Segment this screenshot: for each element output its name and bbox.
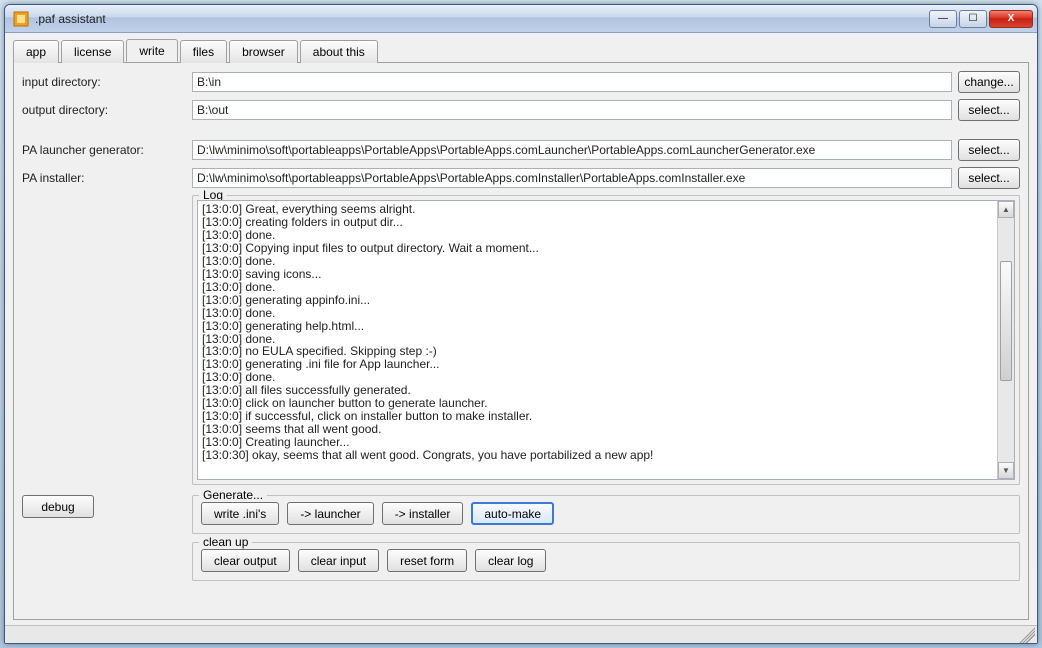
- to-installer-button[interactable]: -> installer: [382, 502, 464, 525]
- input-dir-change-button[interactable]: change...: [958, 71, 1020, 93]
- log-scrollbar[interactable]: ▲ ▼: [997, 201, 1014, 479]
- output-dir-label: output directory:: [22, 103, 192, 117]
- log-text[interactable]: [13:0:0] Great, everything seems alright…: [198, 201, 997, 479]
- write-inis-button[interactable]: write .ini's: [201, 502, 279, 525]
- scroll-up-arrow-icon[interactable]: ▲: [998, 201, 1014, 218]
- input-dir-row: input directory: change...: [22, 71, 1020, 93]
- input-dir-label: input directory:: [22, 75, 192, 89]
- cleanup-group: clean up clear output clear input reset …: [192, 542, 1020, 581]
- window-title: .paf assistant: [35, 12, 106, 26]
- launcher-gen-select-button[interactable]: select...: [958, 139, 1020, 161]
- tab-write[interactable]: write: [126, 39, 177, 62]
- close-button[interactable]: X: [989, 10, 1033, 28]
- clear-log-button[interactable]: clear log: [475, 549, 546, 572]
- installer-field[interactable]: [192, 168, 952, 188]
- output-dir-field[interactable]: [192, 100, 952, 120]
- scroll-down-arrow-icon[interactable]: ▼: [998, 462, 1014, 479]
- generate-group: Generate... write .ini's -> launcher -> …: [192, 495, 1020, 534]
- installer-label: PA installer:: [22, 171, 192, 185]
- app-icon: [13, 11, 29, 27]
- installer-select-button[interactable]: select...: [958, 167, 1020, 189]
- clear-output-button[interactable]: clear output: [201, 549, 290, 572]
- tab-files[interactable]: files: [180, 40, 227, 63]
- generate-legend: Generate...: [199, 488, 267, 502]
- input-dir-field[interactable]: [192, 72, 952, 92]
- clear-input-button[interactable]: clear input: [298, 549, 379, 572]
- debug-button[interactable]: debug: [22, 495, 94, 518]
- tab-bar: app license write files browser about th…: [13, 39, 1029, 62]
- maximize-button[interactable]: ☐: [959, 10, 987, 28]
- tab-about[interactable]: about this: [300, 40, 378, 63]
- resize-gripper-icon[interactable]: [1019, 627, 1035, 643]
- tab-content-write: input directory: change... output direct…: [13, 62, 1029, 620]
- client-area: app license write files browser about th…: [5, 33, 1037, 625]
- status-bar: [5, 625, 1037, 643]
- log-box: [13:0:0] Great, everything seems alright…: [197, 200, 1015, 480]
- minimize-button[interactable]: —: [929, 10, 957, 28]
- titlebar[interactable]: .paf assistant — ☐ X: [5, 5, 1037, 33]
- tab-app[interactable]: app: [13, 40, 59, 63]
- scroll-thumb[interactable]: [1000, 261, 1012, 381]
- launcher-gen-label: PA launcher generator:: [22, 143, 192, 157]
- automake-button[interactable]: auto-make: [471, 502, 554, 525]
- tab-browser[interactable]: browser: [229, 40, 298, 63]
- to-launcher-button[interactable]: -> launcher: [287, 502, 373, 525]
- output-dir-row: output directory: select...: [22, 99, 1020, 121]
- app-window: .paf assistant — ☐ X app license write f…: [4, 4, 1038, 644]
- cleanup-legend: clean up: [199, 535, 252, 549]
- installer-row: PA installer: select...: [22, 167, 1020, 189]
- tab-license[interactable]: license: [61, 40, 124, 63]
- launcher-gen-row: PA launcher generator: select...: [22, 139, 1020, 161]
- reset-form-button[interactable]: reset form: [387, 549, 467, 572]
- log-group: Log [13:0:0] Great, everything seems alr…: [192, 195, 1020, 485]
- output-dir-select-button[interactable]: select...: [958, 99, 1020, 121]
- launcher-gen-field[interactable]: [192, 140, 952, 160]
